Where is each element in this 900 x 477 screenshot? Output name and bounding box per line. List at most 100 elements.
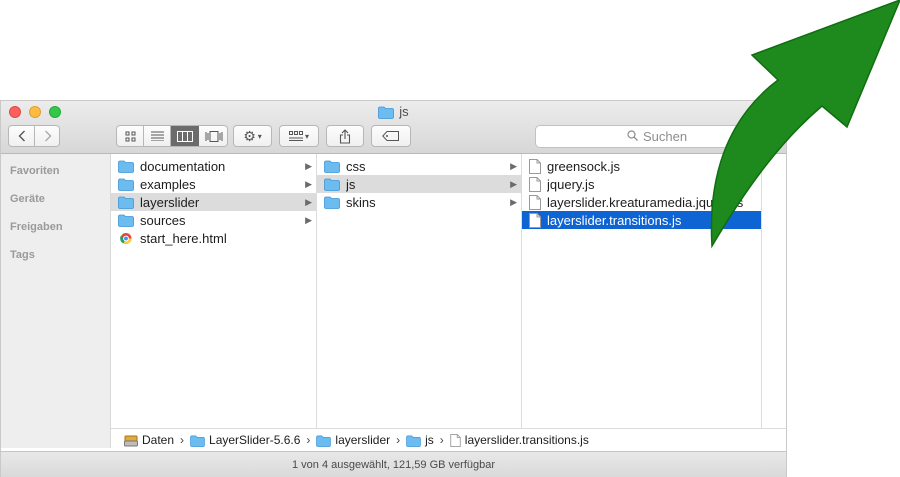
tag-icon <box>382 131 399 141</box>
chrome-html-icon <box>120 232 132 244</box>
path-label: js <box>425 433 434 447</box>
folder-icon <box>324 178 340 191</box>
status-bar: 1 von 4 ausgewählt, 121,59 GB verfügbar <box>1 451 786 477</box>
window-title: js <box>1 104 786 119</box>
disclosure-arrow-icon: ▶ <box>305 196 312 207</box>
item-label: css <box>346 158 366 174</box>
sidebar-section-favoriten[interactable]: Favoriten <box>10 165 60 177</box>
path-segment-js[interactable]: js <box>406 433 434 447</box>
gear-icon: ⚙ <box>243 127 256 144</box>
item-label: greensock.js <box>547 158 620 174</box>
browser-column-1: documentation ▶ examples ▶ layerslider ▶… <box>111 154 317 428</box>
item-label: start_here.html <box>140 230 227 246</box>
back-button[interactable] <box>9 126 35 146</box>
chevron-left-icon <box>18 130 25 142</box>
path-segment-layerslider[interactable]: layerslider <box>316 433 390 447</box>
list-item-sources[interactable]: sources ▶ <box>111 211 316 229</box>
folder-icon <box>324 196 340 209</box>
sidebar: Favoriten Geräte Freigaben Tags <box>1 154 111 448</box>
disclosure-arrow-icon: ▶ <box>305 160 312 171</box>
column-view-button[interactable] <box>171 126 199 146</box>
folder-icon <box>378 106 395 119</box>
forward-button[interactable] <box>35 126 60 146</box>
disclosure-arrow-icon: ▶ <box>305 214 312 225</box>
action-menu-button[interactable]: ⚙ ▾ <box>233 125 272 147</box>
item-label: layerslider.transitions.js <box>547 212 682 228</box>
sidebar-section-freigaben[interactable]: Freigaben <box>10 221 63 233</box>
browser-column-2: css ▶ js ▶ skins ▶ <box>317 154 522 428</box>
file-icon <box>529 212 541 228</box>
share-button[interactable] <box>326 125 364 147</box>
file-icon <box>529 158 541 174</box>
list-item-transitions[interactable]: layerslider.transitions.js <box>522 211 761 229</box>
sidebar-section-geraete[interactable]: Geräte <box>10 193 45 205</box>
path-separator-icon: › <box>306 433 311 447</box>
disclosure-arrow-icon: ▶ <box>510 178 517 189</box>
list-item-examples[interactable]: examples ▶ <box>111 175 316 193</box>
folder-icon <box>118 214 134 227</box>
back-forward-group <box>8 125 60 147</box>
list-view-icon <box>150 131 164 141</box>
icon-view-button[interactable] <box>117 126 144 146</box>
item-label: js <box>346 176 356 192</box>
finder-window: js ⚙ ▾ ▾ Suchen Favoriten Geräte Freigab… <box>0 100 787 477</box>
icon-view-icon <box>125 131 135 141</box>
folder-icon <box>118 178 134 191</box>
disclosure-arrow-icon: ▶ <box>305 178 312 189</box>
arrange-grid-icon <box>288 131 303 141</box>
list-item-jquery[interactable]: jquery.js <box>522 175 761 193</box>
search-placeholder: Suchen <box>642 129 688 144</box>
item-label: sources <box>140 212 186 228</box>
item-label: documentation <box>140 158 226 174</box>
arrange-menu-button[interactable]: ▾ <box>279 125 319 147</box>
share-icon <box>339 128 351 144</box>
list-item-greensock[interactable]: greensock.js <box>522 157 761 175</box>
folder-icon <box>190 435 205 447</box>
list-item-kreaturamedia[interactable]: layerslider.kreaturamedia.jquery.js <box>522 193 761 211</box>
chevron-down-icon: ▾ <box>304 131 309 141</box>
list-item-skins[interactable]: skins ▶ <box>317 193 521 211</box>
list-item-layerslider[interactable]: layerslider ▶ <box>111 193 316 211</box>
tag-button[interactable] <box>371 125 411 147</box>
sidebar-section-tags[interactable]: Tags <box>10 249 35 261</box>
folder-icon <box>406 435 421 447</box>
path-separator-icon: › <box>396 433 401 447</box>
disclosure-arrow-icon: ▶ <box>510 196 517 207</box>
path-label: LayerSlider-5.6.6 <box>209 433 301 447</box>
file-icon <box>529 176 541 192</box>
path-label: Daten <box>142 433 175 447</box>
list-item-js[interactable]: js ▶ <box>317 175 521 193</box>
path-segment-transitions[interactable]: layerslider.transitions.js <box>450 432 589 448</box>
window-title-text: js <box>399 104 409 119</box>
column-view-icon <box>177 130 193 142</box>
search-input[interactable]: Suchen <box>535 125 779 148</box>
file-icon <box>450 434 461 448</box>
path-label: layerslider.transitions.js <box>464 432 589 447</box>
list-item-css[interactable]: css ▶ <box>317 157 521 175</box>
browser-column-3: greensock.js jquery.js layerslider.kreat… <box>522 154 762 428</box>
file-icon <box>529 194 541 210</box>
list-item-documentation[interactable]: documentation ▶ <box>111 157 316 175</box>
chevron-down-icon: ▾ <box>257 131 262 141</box>
path-segment-layerslider-566[interactable]: LayerSlider-5.6.6 <box>190 433 300 447</box>
item-label: skins <box>346 194 376 210</box>
folder-icon <box>118 196 134 209</box>
title-bar: js ⚙ ▾ ▾ Suchen <box>1 101 786 154</box>
cover-flow-icon <box>205 130 223 142</box>
path-bar: Daten › LayerSlider-5.6.6 › layerslider … <box>111 428 786 451</box>
path-label: layerslider <box>335 433 391 447</box>
item-label: layerslider.kreaturamedia.jquery.js <box>547 194 744 210</box>
list-item-start-here[interactable]: start_here.html <box>111 229 316 247</box>
folder-icon <box>118 160 134 173</box>
chevron-right-icon <box>44 130 51 142</box>
drive-icon <box>124 435 138 447</box>
view-mode-group <box>116 125 228 147</box>
folder-icon <box>316 435 332 447</box>
path-segment-daten[interactable]: Daten <box>124 433 174 447</box>
list-view-button[interactable] <box>144 126 171 146</box>
item-label: jquery.js <box>547 176 595 192</box>
path-separator-icon: › <box>439 433 444 447</box>
item-label: layerslider <box>140 194 200 210</box>
search-icon <box>627 129 638 144</box>
cover-flow-button[interactable] <box>199 126 227 146</box>
